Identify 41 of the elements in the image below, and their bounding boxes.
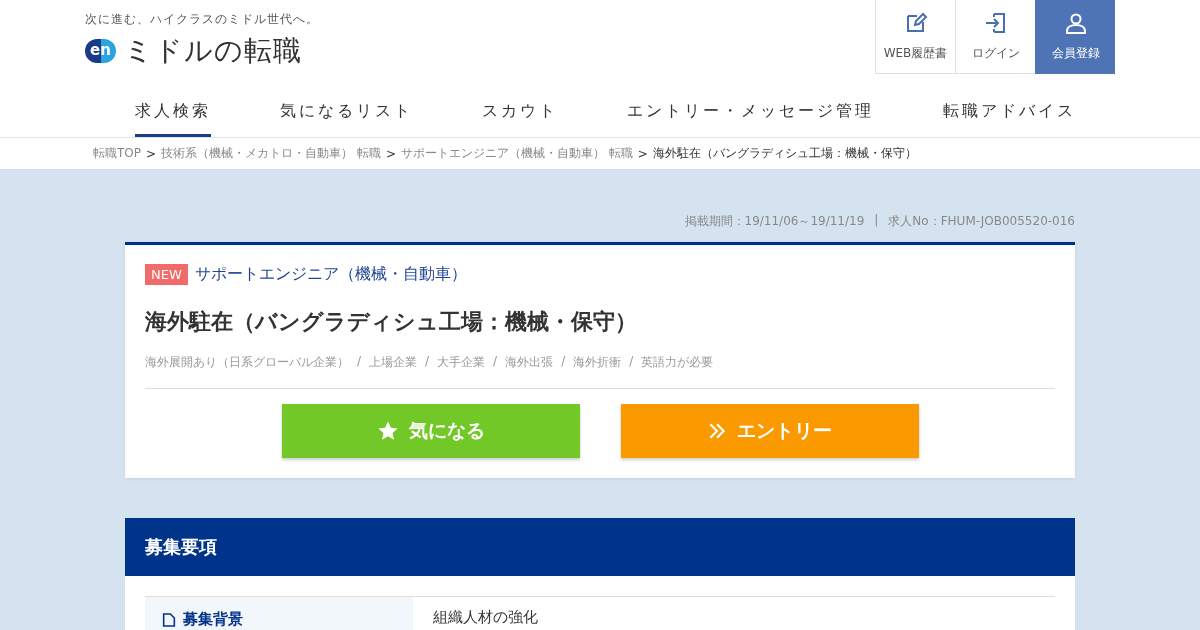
breadcrumb-separator: > <box>385 146 396 161</box>
breadcrumb-separator: > <box>146 146 157 161</box>
tag-separator: / <box>629 354 634 370</box>
category-link[interactable]: サポートエンジニア（機械・自動車） <box>194 264 467 285</box>
tag-separator: / <box>493 354 498 370</box>
tag-separator: / <box>561 354 566 370</box>
meta-divider: | <box>874 213 879 229</box>
job-tag: 海外展開あり（日系グローバル企業） <box>145 354 349 371</box>
row-label: 募集背景 <box>183 610 243 629</box>
job-tag: 海外出張 <box>505 354 554 371</box>
breadcrumb-link[interactable]: 転職TOP <box>93 145 141 162</box>
breadcrumb-link[interactable]: サポートエンジニア（機械・自動車） 転職 <box>400 145 633 162</box>
job-tag: 海外折衝 <box>573 354 622 371</box>
double-chevron-icon <box>707 421 727 441</box>
posting-period: 掲載期間：19/11/06～19/11/19 <box>684 213 865 230</box>
register-button[interactable]: 会員登録 <box>1035 0 1115 74</box>
job-number: 求人No：FHUM-JOB005520-016 <box>888 213 1075 230</box>
site-logo[interactable]: en ミドルの転職 <box>85 32 302 70</box>
document-icon <box>161 611 177 628</box>
nav-tab[interactable]: スカウト <box>481 84 558 137</box>
nav-tab[interactable]: エントリー・メッセージ管理 <box>626 84 874 137</box>
job-tag: 上場企業 <box>369 354 418 371</box>
star-icon <box>376 420 399 442</box>
nav-tab[interactable]: 気になるリスト <box>279 84 413 137</box>
row-value: 組織人材の強化 <box>433 608 538 626</box>
user-icon <box>1063 11 1088 35</box>
nav-tab[interactable]: 転職アドバイス <box>942 84 1076 137</box>
resume-button[interactable]: WEB履歴書 <box>875 0 955 74</box>
tag-separator: / <box>425 354 430 370</box>
new-badge: NEW <box>145 264 188 285</box>
breadcrumb-link[interactable]: 技術系（機械・メカトロ・自動車） 転職 <box>161 145 381 162</box>
tag-separator: / <box>357 354 362 370</box>
section-header: 募集要項 <box>125 518 1075 576</box>
job-tag: 英語力が必要 <box>641 354 714 371</box>
login-button[interactable]: ログイン <box>955 0 1035 74</box>
tagline: 次に進む、ハイクラスのミドル世代へ。 <box>85 11 319 28</box>
login-icon <box>983 11 1008 35</box>
breadcrumb-separator: > <box>637 146 648 161</box>
job-title: 海外駐在（バングラディシュ工場：機械・保守） <box>145 308 638 336</box>
job-tag: 大手企業 <box>437 354 486 371</box>
breadcrumb-current: 海外駐在（バングラディシュ工場：機械・保守） <box>652 145 917 162</box>
